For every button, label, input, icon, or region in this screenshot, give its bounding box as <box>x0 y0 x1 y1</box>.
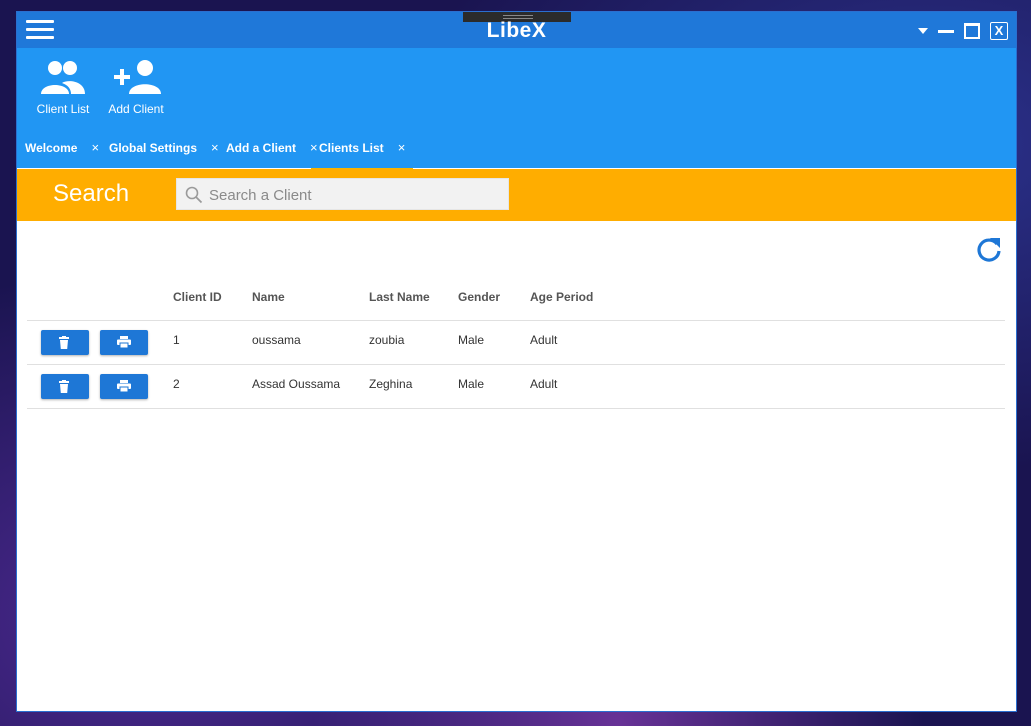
client-list-label: Client List <box>36 102 90 116</box>
close-button[interactable]: X <box>990 22 1008 40</box>
cell-name: oussama <box>252 333 301 347</box>
column-header-name[interactable]: Name <box>252 290 285 304</box>
column-header-age-period[interactable]: Age Period <box>530 290 593 304</box>
cell-client-id: 2 <box>173 377 180 391</box>
cell-gender: Male <box>458 377 485 391</box>
print-button[interactable] <box>100 374 148 399</box>
tab-global-settings[interactable]: Global Settings × <box>109 136 219 168</box>
cell-name: Assad Oussama <box>252 377 341 391</box>
minimize-icon <box>938 29 954 33</box>
column-header-gender[interactable]: Gender <box>458 290 500 304</box>
table-header: Client ID Name Last Name Gender Age Peri… <box>27 284 1005 320</box>
refresh-icon <box>977 238 1001 262</box>
trash-icon <box>59 380 69 393</box>
tab-label: Clients List <box>319 141 384 155</box>
tab-clients-list[interactable]: Clients List × <box>311 136 414 170</box>
tab-label: Add a Client <box>226 141 297 155</box>
tab-label: Welcome <box>25 141 78 155</box>
delete-button[interactable] <box>41 374 89 399</box>
cell-age-period: Adult <box>530 333 558 347</box>
printer-icon <box>117 380 131 392</box>
client-list-button[interactable]: Client List <box>35 58 91 116</box>
dropdown-button[interactable] <box>918 28 928 34</box>
cell-age-period: Adult <box>530 377 558 391</box>
search-field[interactable] <box>176 178 509 211</box>
maximize-button[interactable] <box>964 23 980 39</box>
people-icon <box>41 61 85 94</box>
column-header-last-name[interactable]: Last Name <box>369 290 430 304</box>
add-client-label: Add Client <box>108 102 164 116</box>
cell-client-id: 1 <box>173 333 180 347</box>
tab-welcome[interactable]: Welcome × <box>25 136 99 168</box>
app-title: LibeX <box>486 19 547 42</box>
maximize-icon <box>964 23 980 39</box>
search-input[interactable] <box>207 179 506 211</box>
tab-close-icon[interactable]: × <box>398 140 406 155</box>
chevron-down-icon <box>918 28 928 34</box>
minimize-button[interactable] <box>938 29 954 33</box>
printer-icon <box>117 336 131 348</box>
search-icon <box>185 186 203 204</box>
table-row[interactable]: 2 Assad Oussama Zeghina Male Adult <box>27 364 1005 409</box>
add-client-button[interactable]: Add Client <box>107 58 165 116</box>
app-window: LibeX X Client List Add Client Welcome ×… <box>17 12 1016 711</box>
table-row[interactable]: 1 oussama zoubia Male Adult <box>27 320 1005 364</box>
refresh-button[interactable] <box>975 235 1003 268</box>
search-bar: Search <box>17 169 1016 221</box>
tab-close-icon[interactable]: × <box>211 140 219 155</box>
cell-last-name: Zeghina <box>369 377 413 391</box>
delete-button[interactable] <box>41 330 89 355</box>
title-bar[interactable]: LibeX X <box>17 12 1016 48</box>
print-button[interactable] <box>100 330 148 355</box>
tab-close-icon[interactable]: × <box>91 140 99 155</box>
column-header-client-id[interactable]: Client ID <box>173 290 222 304</box>
window-controls: X <box>918 20 1008 42</box>
tab-label: Global Settings <box>109 141 198 155</box>
cell-last-name: zoubia <box>369 333 405 347</box>
clients-table: Client ID Name Last Name Gender Age Peri… <box>27 284 1005 409</box>
search-heading: Search <box>53 180 130 207</box>
cell-gender: Male <box>458 333 485 347</box>
add-person-icon <box>114 60 161 94</box>
tab-add-client[interactable]: Add a Client × <box>226 136 318 168</box>
trash-icon <box>59 336 69 349</box>
toolbar: Client List Add Client Welcome × Global S… <box>17 48 1016 170</box>
